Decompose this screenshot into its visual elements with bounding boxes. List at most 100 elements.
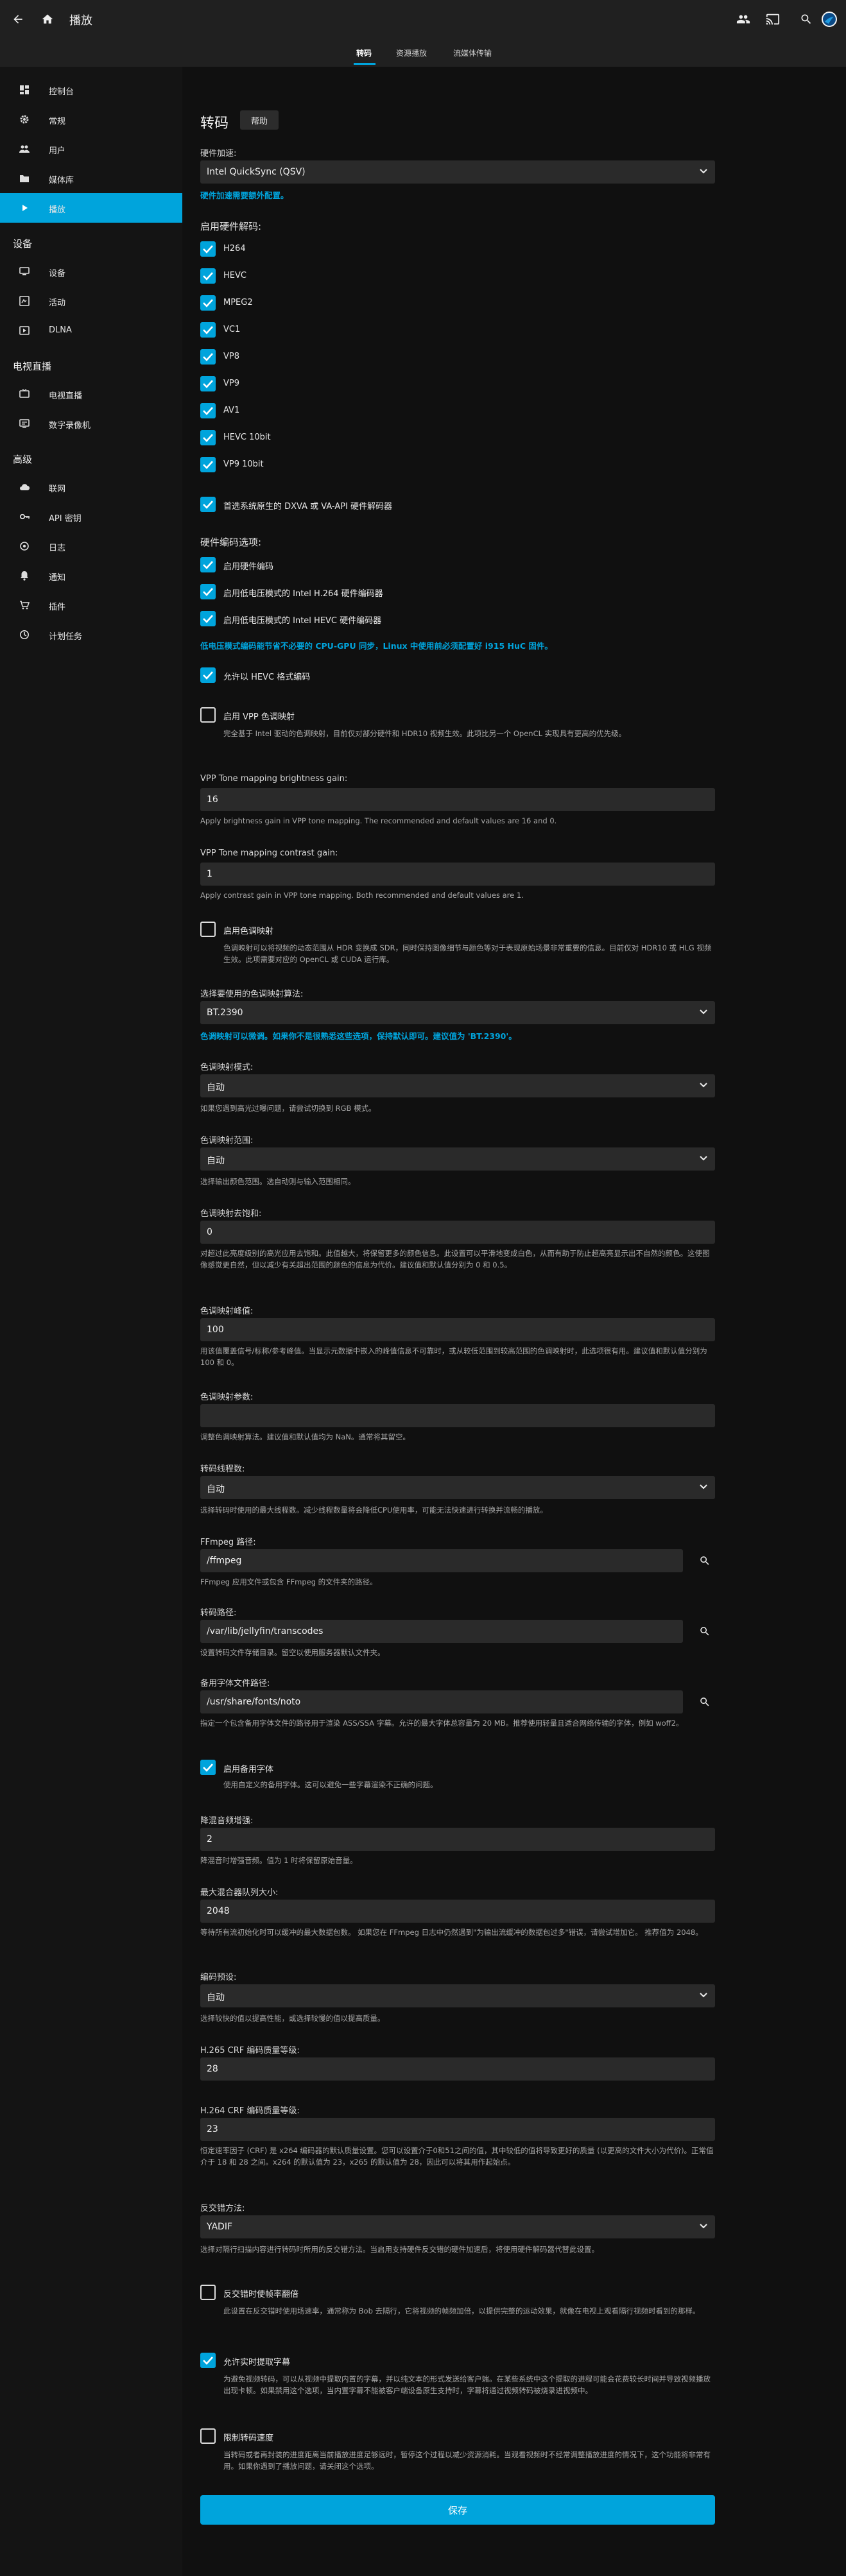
tonemap-desat-input[interactable]: 0 xyxy=(200,1221,715,1244)
sidebar-item-networking[interactable]: 联网 xyxy=(0,472,182,502)
tonemap-range-select[interactable]: 自动 xyxy=(200,1147,715,1171)
clock-icon xyxy=(20,630,29,639)
back-button[interactable] xyxy=(5,6,31,32)
tonemap-peak-input[interactable]: 100 xyxy=(200,1318,715,1341)
checkbox[interactable] xyxy=(200,922,216,937)
checkbox-label: 启用低电压模式的 Intel HEVC 硬件编码器 xyxy=(223,616,382,626)
hw-accel-select[interactable]: Intel QuickSync (QSV) xyxy=(200,160,715,184)
transcode-browse-button[interactable] xyxy=(695,1621,715,1642)
input-value: /ffmpeg xyxy=(207,1556,242,1566)
checkbox[interactable] xyxy=(200,295,216,311)
checkbox-label: 启用色调映射 xyxy=(223,927,274,936)
sidebar-item-libraries[interactable]: 媒体库 xyxy=(0,164,182,193)
sidebar-item-livetv[interactable]: 电视直播 xyxy=(0,379,182,409)
search-button[interactable] xyxy=(793,6,819,32)
tonemap-desat-label: 色调映射去饱和: xyxy=(200,1209,262,1219)
sidebar: 控制台 常规 用户 媒体库 播放 设备 设备 活动 DLNA 电视直播 电视直播… xyxy=(0,67,182,2576)
checkbox[interactable] xyxy=(200,1760,216,1775)
checkbox-label: 允许实时提取字幕 xyxy=(223,2358,291,2367)
checkbox[interactable] xyxy=(200,557,216,572)
tonemap-mode-select[interactable]: 自动 xyxy=(200,1074,715,1097)
tonemap-param-input[interactable] xyxy=(200,1404,715,1427)
h265-crf-input[interactable]: 28 xyxy=(200,2057,715,2081)
sidebar-item-scheduled-tasks[interactable]: 计划任务 xyxy=(0,620,182,649)
chevron-down-icon xyxy=(700,1993,707,1998)
sidebar-section-devices: 设备 xyxy=(13,238,33,250)
user-avatar-button[interactable] xyxy=(816,6,842,32)
tonemap-algorithm-select[interactable]: BT.2390 xyxy=(200,1001,715,1024)
fallback-font-path-input[interactable]: /usr/share/fonts/noto xyxy=(200,1690,683,1713)
checkbox[interactable] xyxy=(200,707,216,723)
downmix-boost-input[interactable]: 2 xyxy=(200,1828,715,1851)
sidebar-item-plugins[interactable]: 插件 xyxy=(0,590,182,620)
home-button[interactable] xyxy=(35,6,60,32)
checkbox[interactable] xyxy=(200,268,216,284)
h265-crf-label: H.265 CRF 编码质量等级: xyxy=(200,2046,300,2056)
check-icon xyxy=(203,272,213,280)
ffmpeg-browse-button[interactable] xyxy=(695,1550,715,1571)
ffmpeg-path-input[interactable]: /ffmpeg xyxy=(200,1549,683,1572)
cast-button[interactable] xyxy=(760,6,786,32)
vpp-contrast-input[interactable]: 1 xyxy=(200,863,715,886)
help-button[interactable]: 帮助 xyxy=(240,110,279,130)
checkbox[interactable] xyxy=(200,457,216,472)
sidebar-section-livetv: 电视直播 xyxy=(13,361,52,372)
checkbox[interactable] xyxy=(200,497,216,512)
sidebar-item-general[interactable]: 常规 xyxy=(0,105,182,134)
checkbox-label: AV1 xyxy=(223,406,240,415)
sidebar-item-devices[interactable]: 设备 xyxy=(0,257,182,286)
tab-streaming[interactable]: 流媒体传输 xyxy=(453,47,492,58)
h264-crf-input[interactable]: 23 xyxy=(200,2118,715,2141)
checkbox[interactable] xyxy=(200,2353,216,2368)
checkbox[interactable] xyxy=(200,667,216,683)
sidebar-item-playback[interactable]: 播放 xyxy=(0,193,182,223)
checkbox-label: 启用 VPP 色调映射 xyxy=(223,712,295,722)
tonemap-help: 色调映射可以将视频的动态范围从 HDR 变换成 SDR，同时保持图像细节与颜色等… xyxy=(223,943,712,964)
tonemap-desat-help: 对超过此亮度级别的高光应用去饱和。此值越大，将保留更多的颜色信息。此设置可以平滑… xyxy=(200,1249,710,1269)
thread-count-select[interactable]: 自动 xyxy=(200,1476,715,1499)
folder-icon xyxy=(20,175,29,182)
deinterlace-select[interactable]: YADIF xyxy=(200,2215,715,2238)
tab-resume[interactable]: 资源播放 xyxy=(396,47,427,58)
sidebar-item-activity[interactable]: 活动 xyxy=(0,286,182,316)
select-value: YADIF xyxy=(207,2222,233,2232)
play-icon xyxy=(22,205,28,211)
checkbox[interactable] xyxy=(200,2285,216,2300)
sidebar-item-users[interactable]: 用户 xyxy=(0,134,182,164)
checkbox[interactable] xyxy=(200,403,216,418)
sidebar-item-logs[interactable]: 日志 xyxy=(0,531,182,561)
checkbox[interactable] xyxy=(200,241,216,257)
ffmpeg-path-label: FFmpeg 路径: xyxy=(200,1538,256,1547)
hw-accel-label: 硬件加速: xyxy=(200,149,237,159)
syncplay-button[interactable] xyxy=(730,6,756,32)
sidebar-item-notifications[interactable]: 通知 xyxy=(0,561,182,590)
hw-accel-value: Intel QuickSync (QSV) xyxy=(207,167,306,177)
checkbox[interactable] xyxy=(200,430,216,445)
home-icon xyxy=(42,14,53,24)
vpp-brightness-input[interactable]: 16 xyxy=(200,788,715,811)
fallback-font-browse-button[interactable] xyxy=(695,1692,715,1712)
sidebar-item-api-keys[interactable]: API 密钥 xyxy=(0,502,182,531)
sidebar-item-dashboard[interactable]: 控制台 xyxy=(0,75,182,105)
select-value: 自动 xyxy=(207,1484,225,1495)
chevron-down-icon xyxy=(700,1484,707,1490)
checkbox[interactable] xyxy=(200,349,216,365)
sidebar-item-dlna[interactable]: DLNA xyxy=(0,316,182,345)
save-button[interactable]: 保存 xyxy=(200,2495,715,2525)
max-muxing-queue-input[interactable]: 2048 xyxy=(200,1900,715,1923)
vpp-brightness-help: Apply brightness gain in VPP tone mappin… xyxy=(200,816,557,825)
checkbox[interactable] xyxy=(200,584,216,599)
transcode-path-input[interactable]: /var/lib/jellyfin/transcodes xyxy=(200,1620,683,1643)
checkbox[interactable] xyxy=(200,322,216,338)
checkbox-label: VP9 10bit xyxy=(223,459,264,469)
vpp-contrast-help: Apply contrast gain in VPP tone mapping.… xyxy=(200,891,524,900)
checkbox[interactable] xyxy=(200,2428,216,2444)
sidebar-item-dvr[interactable]: 数字录像机 xyxy=(0,409,182,438)
sidebar-item-label: 媒体库 xyxy=(49,176,74,185)
check-icon xyxy=(203,461,213,469)
tab-transcoding[interactable]: 转码 xyxy=(356,47,372,58)
encoder-preset-select[interactable]: 自动 xyxy=(200,1984,715,2007)
checkbox[interactable] xyxy=(200,611,216,626)
input-value: 28 xyxy=(207,2064,218,2074)
checkbox[interactable] xyxy=(200,376,216,391)
